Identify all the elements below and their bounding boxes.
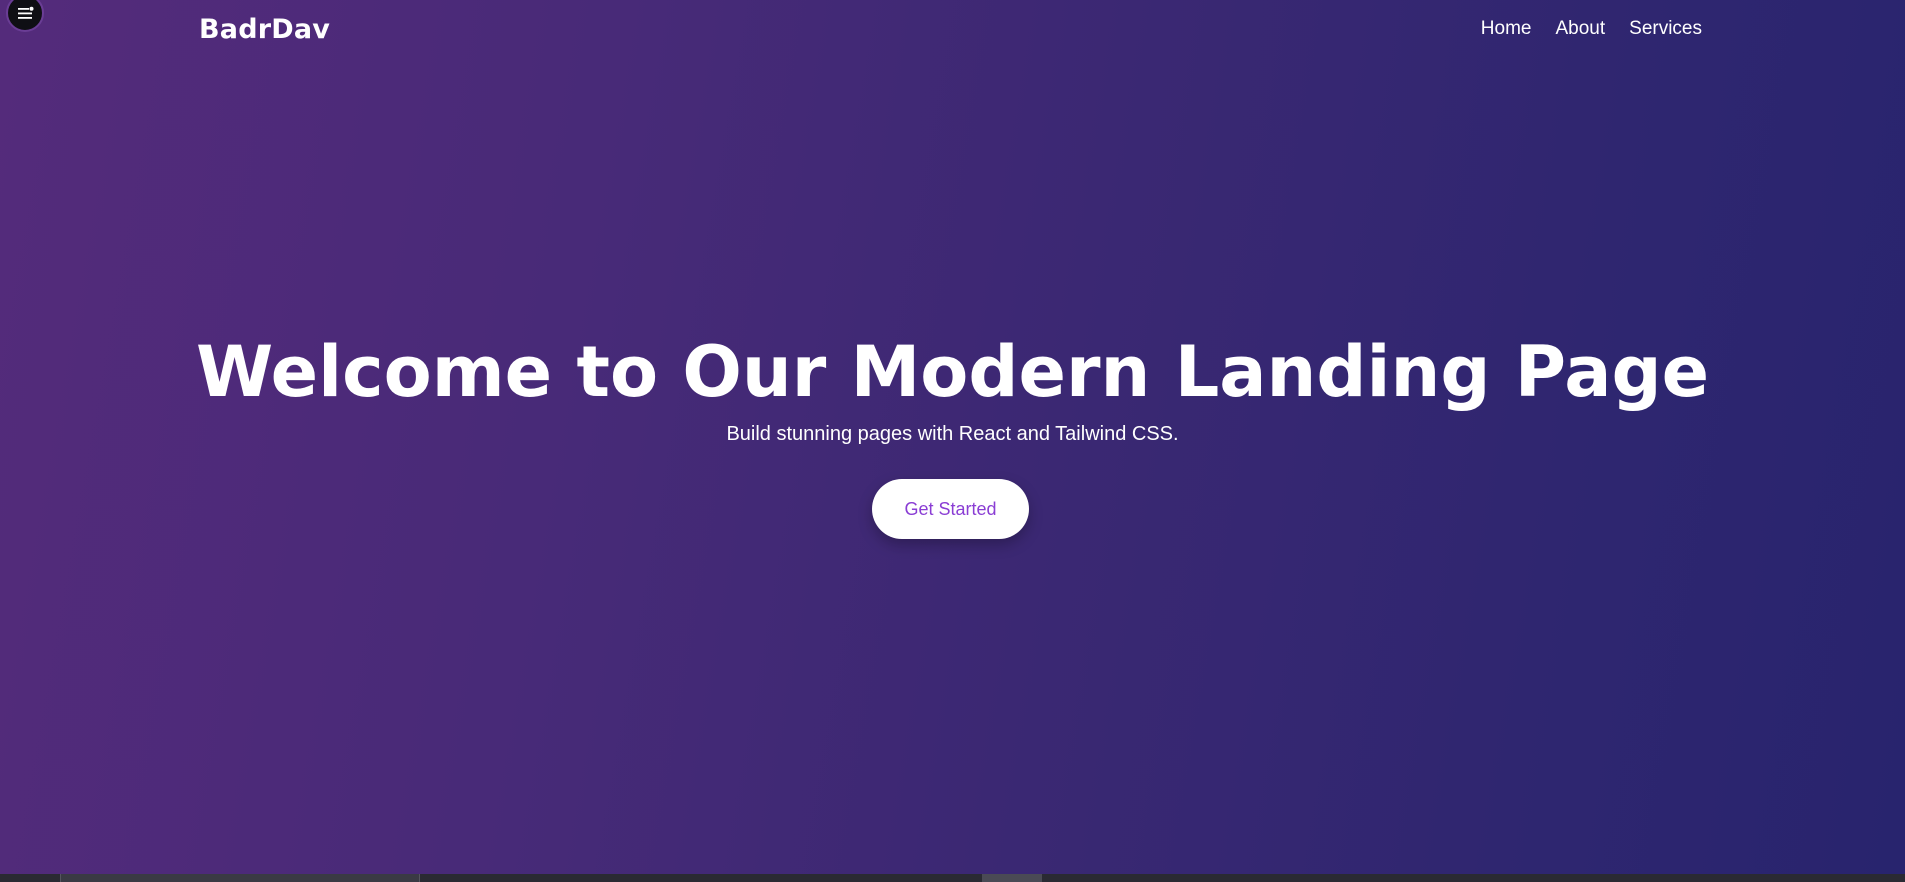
nav-item-home[interactable]: Home (1481, 17, 1532, 41)
menu-button[interactable] (6, 0, 44, 32)
hero-subtitle: Build stunning pages with React and Tail… (726, 423, 1179, 445)
scrollbar-thumb[interactable] (982, 874, 1042, 882)
hero-title: Welcome to Our Modern Landing Page (195, 331, 1710, 413)
get-started-button[interactable]: Get Started (872, 479, 1029, 539)
bottom-panel-tab[interactable] (60, 874, 420, 882)
main-nav: Home About Services (1481, 17, 1702, 41)
nav-item-services[interactable]: Services (1629, 17, 1702, 41)
nav-item-about[interactable]: About (1555, 17, 1605, 41)
hero-section: BadrDav Home About Services Welcome to O… (0, 0, 1905, 874)
menu-icon (18, 6, 34, 19)
brand-logo[interactable]: BadrDav (199, 12, 330, 48)
